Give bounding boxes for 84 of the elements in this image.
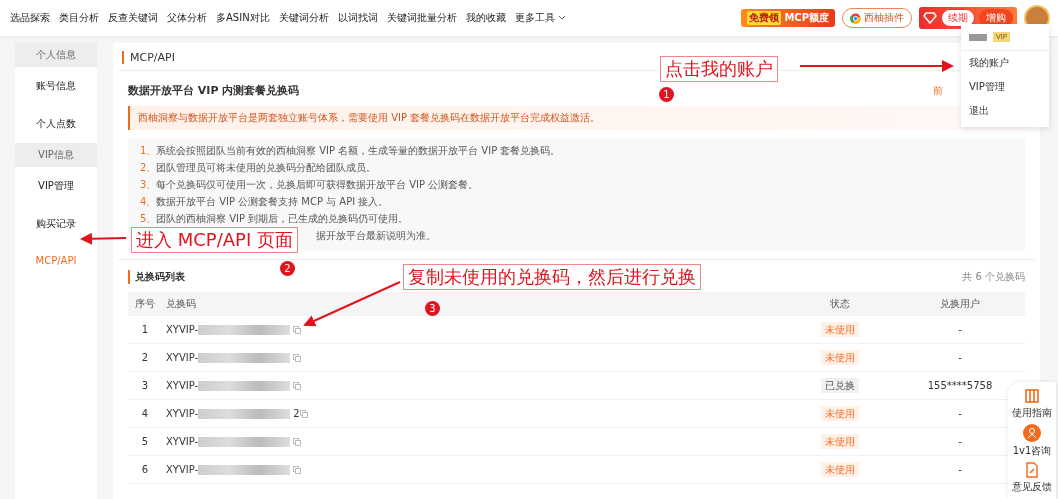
renew-button[interactable]: 续期 bbox=[941, 9, 975, 27]
table-cell: - bbox=[958, 436, 962, 447]
annotation-callout: 复制未使用的兑换码，然后进行兑换 bbox=[403, 264, 701, 290]
table-cell: - bbox=[958, 464, 962, 475]
table-cell: - bbox=[958, 352, 962, 363]
sidebar-item[interactable]: 个人点数 bbox=[15, 105, 97, 143]
promo-banner[interactable]: 免费领 MCP额度 bbox=[741, 9, 835, 27]
step-number: 4、 bbox=[140, 195, 156, 209]
book-icon[interactable] bbox=[1024, 388, 1040, 404]
status-tag: 未使用 bbox=[821, 349, 859, 365]
step-number: 3、 bbox=[140, 178, 156, 192]
column-header: 状态 bbox=[830, 297, 850, 309]
browser-icon bbox=[850, 12, 861, 24]
table-cell: - bbox=[958, 408, 962, 419]
person-icon[interactable] bbox=[1023, 424, 1041, 442]
dock-label[interactable]: 意见反馈 bbox=[1012, 480, 1052, 494]
sidebar-item[interactable]: 账号信息 bbox=[15, 67, 97, 105]
section-title: 兑换码列表 bbox=[128, 270, 185, 284]
nav-link[interactable]: 关键词批量分析 bbox=[386, 11, 457, 25]
row-index: 5 bbox=[140, 436, 150, 447]
edit-icon[interactable] bbox=[1024, 462, 1040, 478]
plugin-button[interactable]: 西柚插件 bbox=[842, 8, 912, 28]
code-text: XYVIP- bbox=[166, 464, 199, 475]
nav-link[interactable]: 以词找词 bbox=[337, 11, 378, 25]
status-tag: 未使用 bbox=[821, 461, 859, 477]
column-header: 兑换用户 bbox=[940, 297, 980, 309]
nav-link[interactable]: 关键词分析 bbox=[278, 11, 329, 25]
status-tag: 未使用 bbox=[821, 433, 859, 449]
sidebar-group-title: 个人信息 bbox=[15, 43, 97, 67]
column-header: 序号 bbox=[135, 297, 155, 309]
redacted-block bbox=[969, 33, 987, 41]
row-index: 1 bbox=[140, 324, 150, 335]
step-number: 1、 bbox=[140, 144, 156, 158]
copy-icon[interactable] bbox=[293, 437, 302, 446]
sidebar-item[interactable]: 购买记录 bbox=[15, 205, 97, 243]
nav-link[interactable]: 多ASIN对比 bbox=[216, 11, 270, 25]
code-text: XYVIP- bbox=[166, 436, 199, 447]
status-tag: 未使用 bbox=[821, 405, 859, 421]
nav-link[interactable]: 选品探索 bbox=[10, 11, 50, 25]
step-number: 2、 bbox=[140, 161, 156, 175]
nav-link[interactable]: 我的收藏 bbox=[465, 11, 506, 25]
nav-link[interactable]: 父体分析 bbox=[167, 11, 207, 25]
code-text: 2 bbox=[293, 408, 300, 419]
copy-icon[interactable] bbox=[293, 353, 302, 362]
row-index: 4 bbox=[140, 408, 150, 419]
code-text: XYVIP- bbox=[166, 380, 199, 391]
code-text: XYVIP- bbox=[166, 408, 199, 419]
diamond-icon bbox=[923, 12, 937, 24]
copy-icon[interactable] bbox=[299, 409, 308, 418]
status-tag: 已兑换 bbox=[821, 377, 859, 393]
dock-label[interactable]: 使用指南 bbox=[1012, 406, 1052, 420]
chevron-down-icon bbox=[557, 15, 566, 21]
sidebar-item[interactable]: VIP管理 bbox=[15, 167, 97, 205]
table-cell: 155****5758 bbox=[927, 380, 993, 391]
code-text: XYVIP- bbox=[166, 324, 199, 335]
step-text: 团队管理员可将未使用的兑换码分配给团队成员。 bbox=[156, 161, 376, 175]
sidebar-group-title: VIP信息 bbox=[15, 143, 97, 167]
step-text: 团队的西柚洞察 VIP 到期后，已生成的兑换码仍可使用。 bbox=[156, 212, 409, 226]
status-tag: 未使用 bbox=[821, 321, 859, 337]
code-count: 共 6 个兑换码 bbox=[962, 270, 1025, 284]
annotation-callout: 进入 MCP/API 页面 bbox=[131, 227, 298, 253]
dock-label[interactable]: 1v1咨询 bbox=[1012, 444, 1052, 458]
nav-link[interactable]: 反查关键词 bbox=[108, 11, 158, 25]
copy-icon[interactable] bbox=[293, 381, 302, 390]
table-cell: - bbox=[958, 324, 962, 335]
step-text: 每个兑换码仅可使用一次，兑换后即可获得数据开放平台 VIP 公测套餐。 bbox=[156, 178, 479, 192]
menu-item[interactable]: 退出 bbox=[961, 99, 1049, 123]
nav-link[interactable]: 类目分析 bbox=[59, 11, 99, 25]
step-text: 数据开放平台 VIP 公测套餐支持 MCP 与 API 接入。 bbox=[156, 195, 389, 209]
menu-item[interactable]: VIP管理 bbox=[961, 75, 1049, 99]
copy-icon[interactable] bbox=[293, 465, 302, 474]
row-index: 3 bbox=[140, 380, 150, 391]
card-title: 数据开放平台 VIP 内测套餐兑换码 bbox=[128, 83, 300, 98]
more-tools-menu[interactable]: 更多工具 bbox=[514, 11, 566, 25]
copy-icon[interactable] bbox=[293, 325, 302, 334]
step-number: 5、 bbox=[140, 212, 156, 226]
row-index: 6 bbox=[140, 464, 150, 475]
annotation-arrow bbox=[80, 232, 127, 245]
step-text: 系统会按照团队当前有效的西柚洞察 VIP 名额，生成等量的数据开放平台 VIP 套餐兑换码。 bbox=[156, 144, 561, 158]
annotation-callout: 点击我的账户 bbox=[660, 56, 778, 82]
step-text: 据开放平台最新说明为准。 bbox=[316, 229, 436, 243]
column-header: 兑换码 bbox=[166, 296, 196, 311]
code-text: XYVIP- bbox=[166, 352, 199, 363]
row-index: 2 bbox=[140, 352, 150, 363]
